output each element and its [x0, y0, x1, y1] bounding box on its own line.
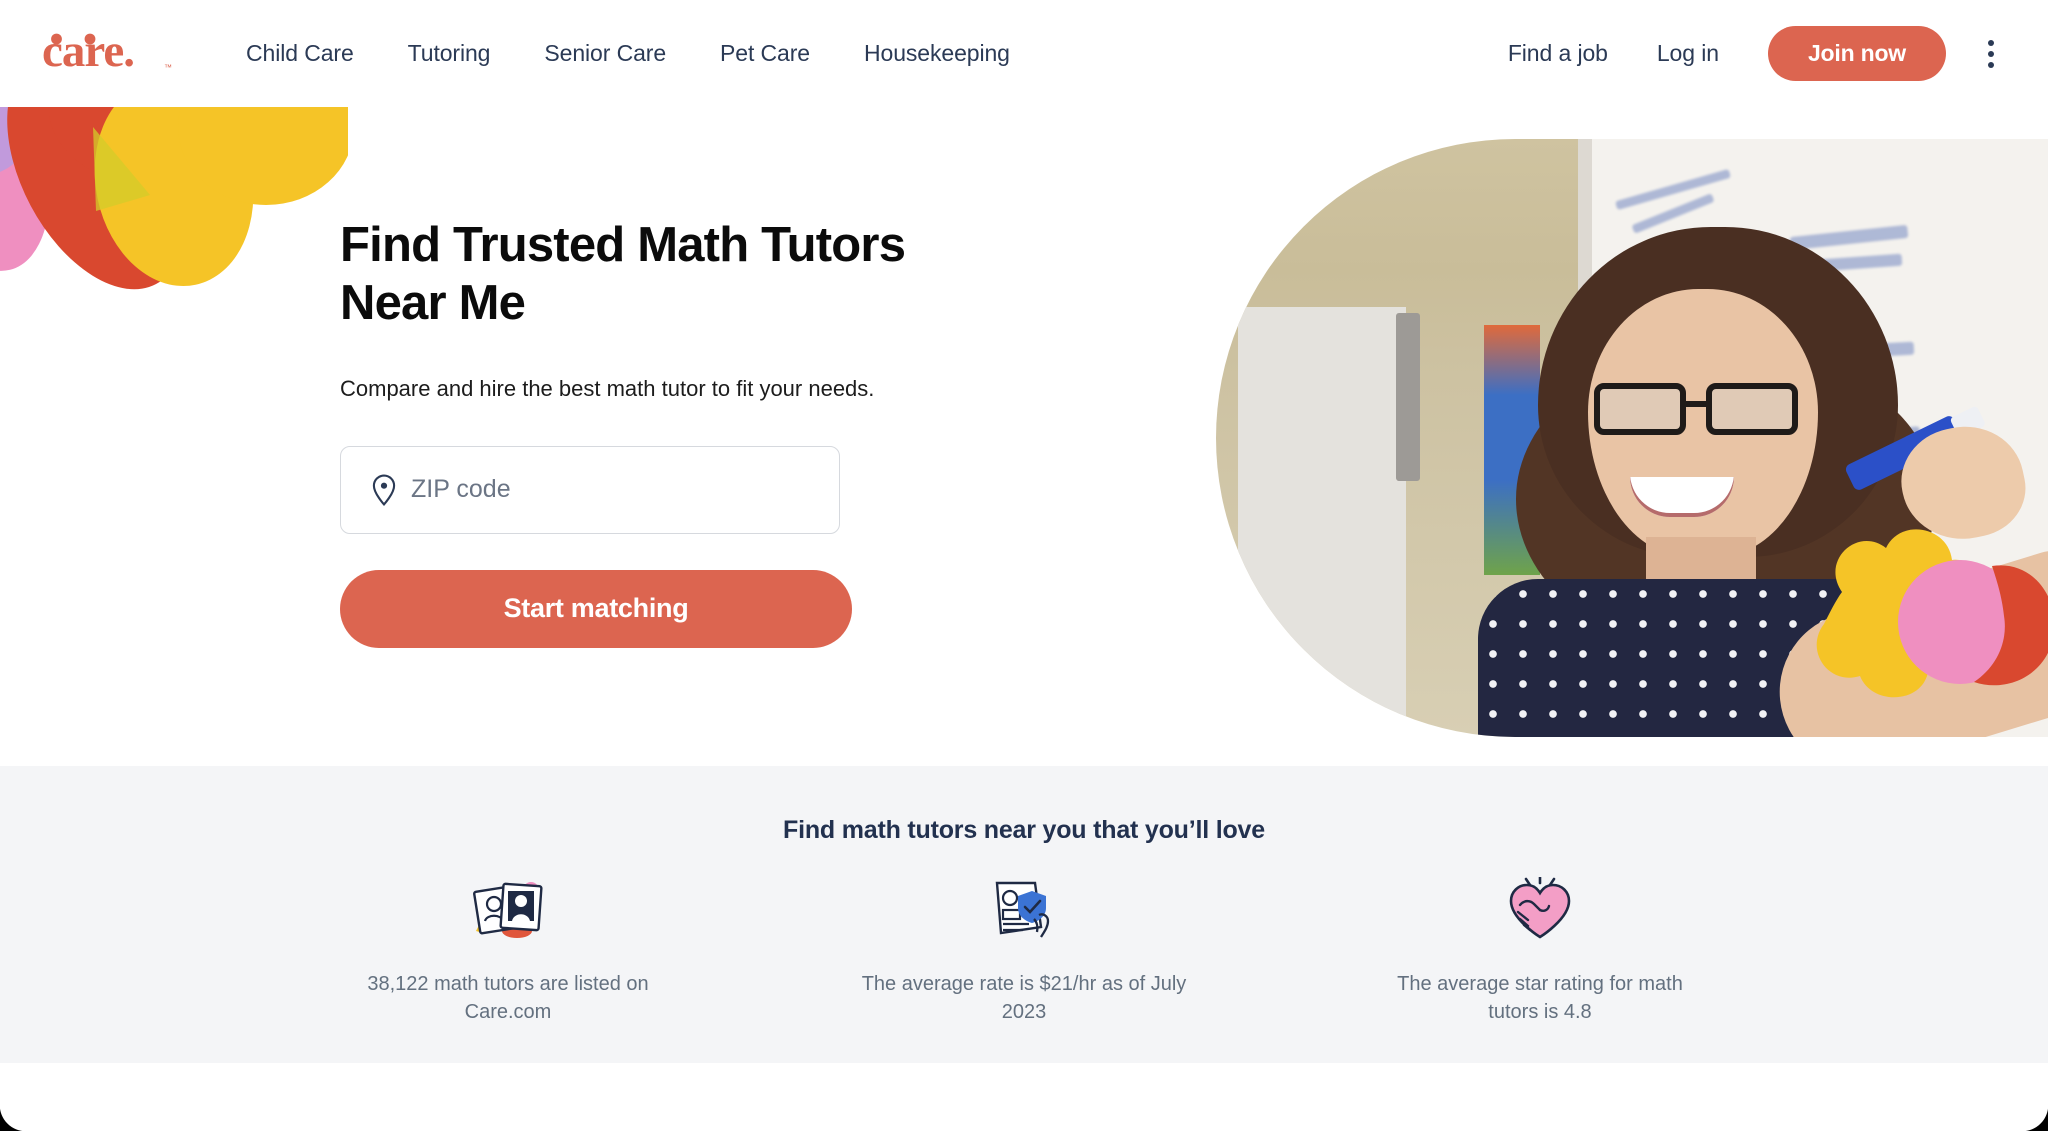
site-header: care. ™ Child Care Tutoring Senior Care …: [0, 0, 2048, 107]
stat-item: The average star rating for math tutors …: [1282, 873, 1798, 1026]
decorative-flower-bottom-right-icon: [1816, 529, 2048, 698]
photo-cabinet: [1238, 307, 1420, 737]
photo-frames-icon: [471, 873, 545, 947]
nav-item-pet-care[interactable]: Pet Care: [720, 32, 810, 75]
kebab-dot: [1988, 39, 1994, 46]
heart-handshake-icon: [1503, 873, 1577, 947]
stats-heading: Find math tutors near you that you’ll lo…: [783, 816, 1265, 844]
stat-item: The average rate is $21/hr as of July 20…: [766, 873, 1282, 1026]
decorative-flower-top-left-icon: [0, 107, 348, 290]
stats-row: 38,122 math tutors are listed on Care.co…: [0, 873, 2048, 1026]
hero-copy: Find Trusted Math Tutors Near Me Compare…: [340, 217, 960, 648]
nav-item-tutoring[interactable]: Tutoring: [408, 32, 491, 75]
kebab-dot: [1988, 50, 1994, 57]
start-matching-button[interactable]: Start matching: [340, 569, 852, 648]
photo-person-glasses: [1594, 383, 1806, 439]
hero-subtitle: Compare and hire the best math tutor to …: [340, 375, 875, 401]
care-logo-icon: care. ™: [42, 26, 172, 77]
find-a-job-link[interactable]: Find a job: [1508, 40, 1608, 67]
join-now-button[interactable]: Join now: [1767, 26, 1946, 81]
primary-nav: Child Care Tutoring Senior Care Pet Care…: [246, 32, 1010, 75]
nav-item-senior-care[interactable]: Senior Care: [544, 32, 666, 75]
zip-code-field[interactable]: [340, 445, 840, 534]
window-corner-bottom-right: [2022, 1105, 2048, 1131]
log-in-link[interactable]: Log in: [1657, 40, 1719, 67]
svg-text:™: ™: [164, 63, 172, 72]
stats-section: Find math tutors near you that you’ll lo…: [0, 766, 2048, 1063]
nav-item-housekeeping[interactable]: Housekeeping: [864, 32, 1010, 75]
hero-section: Find Trusted Math Tutors Near Me Compare…: [0, 107, 2048, 766]
page-bottom-strip: [0, 1063, 2048, 1131]
stat-text: The average star rating for math tutors …: [1397, 973, 1683, 1023]
secondary-nav: Find a job Log in Join now: [1508, 26, 2014, 81]
zip-code-input[interactable]: [411, 446, 839, 533]
page-title: Find Trusted Math Tutors Near Me: [340, 218, 906, 330]
stat-item: 38,122 math tutors are listed on Care.co…: [250, 873, 766, 1026]
kebab-dot: [1988, 61, 1994, 68]
location-pin-icon: [372, 474, 396, 506]
stat-text: The average rate is $21/hr as of July 20…: [861, 973, 1187, 1023]
verified-profile-icon: [987, 873, 1061, 947]
care-logo[interactable]: care. ™: [42, 26, 194, 82]
kebab-menu-icon[interactable]: [1968, 31, 2014, 77]
nav-item-child-care[interactable]: Child Care: [246, 32, 354, 75]
window-corner-bottom-left: [0, 1105, 26, 1131]
stat-text: 38,122 math tutors are listed on Care.co…: [367, 973, 649, 1023]
